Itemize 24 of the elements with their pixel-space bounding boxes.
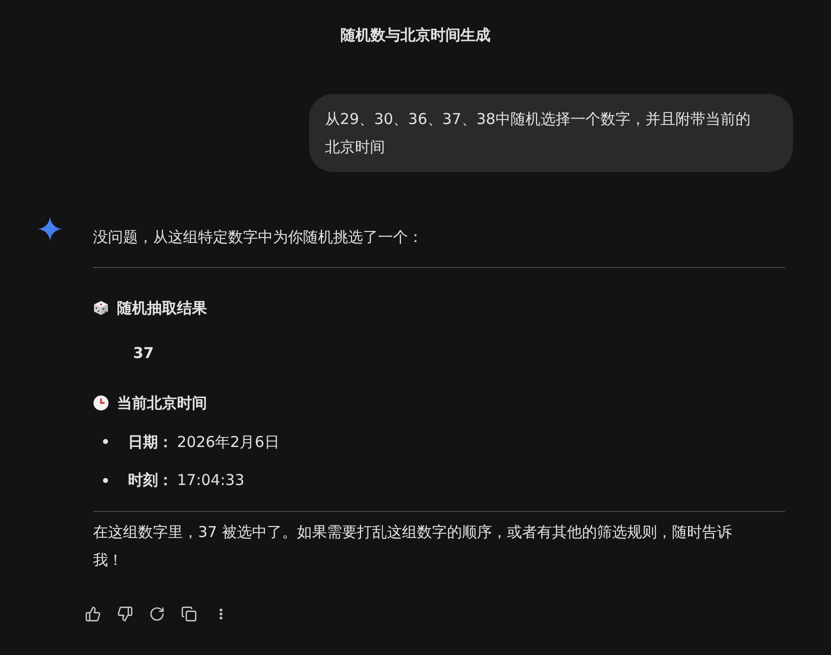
thumbs-up-button[interactable] (83, 604, 103, 624)
copy-icon (181, 606, 197, 622)
section-heading: 随机抽取结果 (117, 298, 207, 319)
response-intro: 没问题，从这组特定数字中为你随机挑选了一个： (93, 227, 424, 248)
bullet-icon (103, 478, 108, 483)
response-closing: 在这组数字里，37 被选中了。如果需要打乱这组数字的顺序，或者有其他的筛选规则，随时告诉我！ (93, 522, 733, 570)
more-icon (219, 608, 223, 620)
result-number: 37 (133, 342, 154, 364)
bullet-icon (103, 439, 108, 444)
dice-icon (93, 300, 109, 316)
sparkle-icon (38, 217, 62, 241)
section-heading: 当前北京时间 (117, 393, 207, 414)
thumbs-down-icon (117, 606, 133, 622)
clock-icon (93, 395, 109, 412)
thumbs-down-button[interactable] (115, 604, 135, 624)
refresh-icon (149, 606, 165, 622)
item-value: 17:04:33 (177, 470, 244, 491)
copy-button[interactable] (179, 604, 199, 624)
item-label: 时刻： (128, 470, 173, 491)
thumbs-up-icon (85, 606, 101, 622)
item-label: 日期： (128, 432, 173, 452)
chat-title: 随机数与北京时间生成 (340, 24, 490, 46)
user-message-bubble: 从29、30、36、37、38中随机选择一个数字，并且附带当前的北京时间 (309, 94, 793, 172)
item-value: 2026年2月6日 (177, 432, 280, 452)
